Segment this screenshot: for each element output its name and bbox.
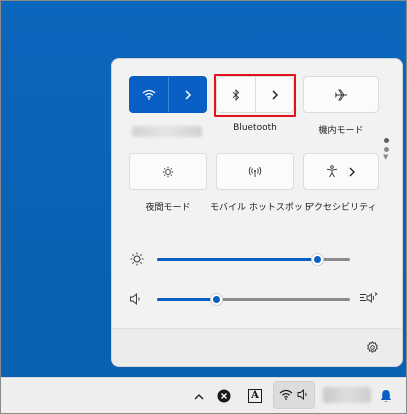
night-light-label: 夜間モード — [145, 203, 191, 213]
chevron-right-icon — [349, 167, 355, 176]
desktop: Bluetooth 機内モード ▼ 夜間モード モバイル ホットスポット アクセ… — [0, 0, 407, 414]
bluetooth-label: Bluetooth — [233, 123, 277, 133]
wifi-tile[interactable] — [129, 76, 207, 113]
airplane-icon — [335, 89, 347, 100]
mobile-hotspot-tile[interactable] — [216, 153, 294, 190]
airplane-mode-label: 機内モード — [318, 126, 364, 136]
audio-output-icon[interactable] — [358, 291, 378, 305]
wifi-icon — [142, 89, 156, 100]
speaker-icon[interactable] — [129, 293, 143, 305]
brightness-slider-fill — [157, 258, 318, 261]
brightness-icon — [130, 252, 144, 266]
ime-button[interactable]: A — [247, 378, 263, 413]
brightness-slider-thumb[interactable] — [310, 253, 324, 266]
accessibility-icon — [326, 165, 338, 178]
close-circle-icon — [217, 389, 231, 403]
volume-slider-fill — [157, 298, 217, 301]
hotspot-icon — [248, 166, 262, 177]
wifi-icon — [279, 389, 293, 400]
show-hidden-icons-button[interactable] — [191, 378, 207, 413]
page-indicator-2[interactable] — [384, 147, 389, 152]
night-light-tile[interactable] — [129, 153, 207, 190]
chevron-up-icon — [194, 393, 204, 399]
volume-slider[interactable] — [157, 298, 350, 301]
wifi-toggle[interactable] — [130, 77, 168, 112]
page-indicator-1[interactable] — [384, 138, 389, 143]
wifi-network-name-redacted — [132, 126, 202, 137]
bluetooth-highlight-box — [214, 74, 296, 117]
clock-redacted — [323, 387, 371, 403]
bell-icon — [380, 390, 392, 402]
accessibility-label: アクセシビリティ — [305, 203, 377, 213]
night-light-icon — [162, 166, 174, 177]
gear-icon[interactable] — [366, 341, 379, 354]
wifi-expand-button[interactable] — [169, 77, 206, 112]
notifications-button[interactable] — [378, 378, 394, 413]
panel-footer — [112, 329, 402, 366]
ime-icon: A — [248, 389, 262, 403]
mobile-hotspot-label: モバイル ホットスポット — [210, 203, 312, 213]
chevron-right-icon — [184, 89, 191, 100]
airplane-mode-tile[interactable] — [303, 76, 379, 113]
speaker-icon — [297, 389, 307, 400]
tray-app-button[interactable] — [216, 378, 232, 413]
page-down-icon[interactable]: ▼ — [383, 154, 388, 161]
accessibility-tile[interactable] — [303, 153, 379, 190]
